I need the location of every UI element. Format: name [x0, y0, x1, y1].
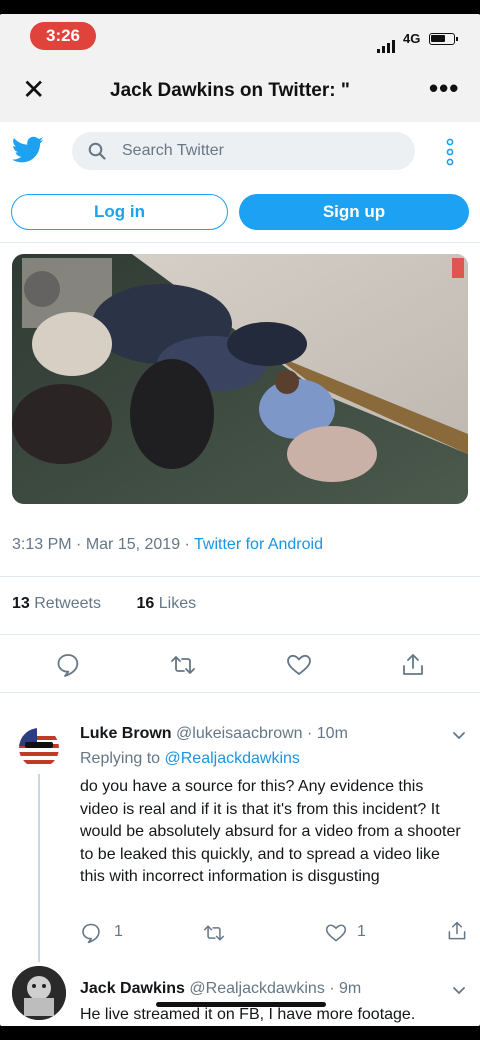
video-frame	[12, 254, 468, 504]
reply-author-name[interactable]: Luke Brown	[80, 725, 172, 742]
more-icon[interactable]: •••	[429, 73, 459, 104]
reply-header: Jack Dawkins @Realjackdawkins · 9m	[80, 980, 361, 998]
reply-tweet[interactable]: Luke Brown @lukeisaacbrown · 10m Replyin…	[0, 692, 480, 962]
like-icon[interactable]	[325, 922, 347, 944]
chevron-down-icon[interactable]	[452, 731, 466, 741]
replying-handle[interactable]: @Realjackdawkins	[165, 750, 300, 767]
thread-line	[38, 774, 40, 962]
tweet-actions	[0, 648, 480, 688]
avatar[interactable]	[12, 966, 66, 1020]
retweet-icon[interactable]	[203, 922, 225, 944]
likes-label: Likes	[158, 595, 197, 612]
network-type: 4G	[403, 31, 421, 46]
reply-text: do you have a source for this? Any evide…	[80, 778, 461, 886]
login-button[interactable]: Log in	[11, 194, 228, 230]
meta-separator: ·	[71, 536, 86, 553]
reply-author-name[interactable]: Jack Dawkins	[80, 980, 185, 997]
meta-separator: ·	[180, 536, 195, 553]
reply-text: He live streamed it on FB, I have more f…	[80, 1006, 416, 1023]
share-icon[interactable]	[446, 920, 468, 942]
retweets-count: 13	[12, 595, 30, 612]
reply-separator: ·	[324, 980, 340, 997]
us-flag-icon	[19, 728, 59, 768]
reply-author-handle[interactable]: @lukeisaacbrown	[176, 725, 303, 742]
replying-to: Replying to @Realjackdawkins	[80, 750, 300, 768]
reply-separator: ·	[302, 725, 317, 742]
likes-stat[interactable]: 16 Likes	[137, 595, 197, 612]
tweet-video[interactable]	[12, 254, 468, 504]
like-icon[interactable]	[286, 652, 312, 678]
tweet-stats: 13 Retweets 16 Likes	[12, 595, 196, 613]
home-indicator[interactable]	[156, 1002, 326, 1007]
chevron-down-icon[interactable]	[452, 986, 466, 996]
divider	[0, 634, 480, 635]
reply-tweet[interactable]: Jack Dawkins @Realjackdawkins · 9m He li…	[0, 962, 480, 1026]
retweet-icon[interactable]	[170, 652, 196, 678]
search-icon	[88, 142, 106, 160]
twitter-topbar: Search Twitter	[0, 122, 480, 182]
tweet-date[interactable]: Mar 15, 2019	[86, 536, 180, 553]
search-placeholder: Search Twitter	[122, 142, 224, 159]
avatar-image	[12, 966, 66, 1020]
divider	[0, 576, 480, 577]
status-bar: 3:26 4G	[0, 14, 480, 58]
reply-count: 1	[114, 923, 123, 940]
avatar[interactable]	[19, 728, 59, 768]
browser-header: ✕ Jack Dawkins on Twitter: " •••	[0, 58, 480, 122]
auth-bar: Log in Sign up	[0, 182, 480, 256]
reply-icon[interactable]	[80, 922, 102, 944]
search-input[interactable]: Search Twitter	[72, 132, 415, 170]
vertical-more-icon[interactable]	[446, 138, 454, 166]
reply-author-handle[interactable]: @Realjackdawkins	[189, 980, 324, 997]
status-time: 3:26	[30, 22, 96, 50]
retweets-label: Retweets	[34, 595, 101, 612]
replying-label: Replying to	[80, 750, 165, 767]
like-count: 1	[357, 923, 366, 940]
page-title: Jack Dawkins on Twitter: "	[110, 80, 350, 101]
reply-header: Luke Brown @lukeisaacbrown · 10m	[80, 725, 348, 743]
twitter-bird-icon[interactable]	[12, 136, 44, 164]
tweet-source[interactable]: Twitter for Android	[194, 536, 323, 553]
divider	[0, 242, 480, 243]
likes-count: 16	[136, 595, 155, 612]
retweets-stat[interactable]: 13 Retweets	[12, 595, 101, 612]
battery-icon	[429, 33, 458, 45]
reply-time[interactable]: 10m	[317, 725, 348, 742]
reply-time[interactable]: 9m	[339, 980, 361, 997]
tweet-metadata: 3:13 PM · Mar 15, 2019 · Twitter for And…	[12, 536, 323, 554]
screen: 3:26 4G ✕ Jack Dawkins on Twitter: " •••…	[0, 14, 480, 1026]
reply-icon[interactable]	[55, 652, 81, 678]
signal-icon	[377, 40, 395, 53]
signup-button[interactable]: Sign up	[239, 194, 469, 230]
close-icon[interactable]: ✕	[22, 76, 45, 104]
share-icon[interactable]	[400, 652, 426, 678]
tweet-time: 3:13 PM	[12, 536, 72, 553]
